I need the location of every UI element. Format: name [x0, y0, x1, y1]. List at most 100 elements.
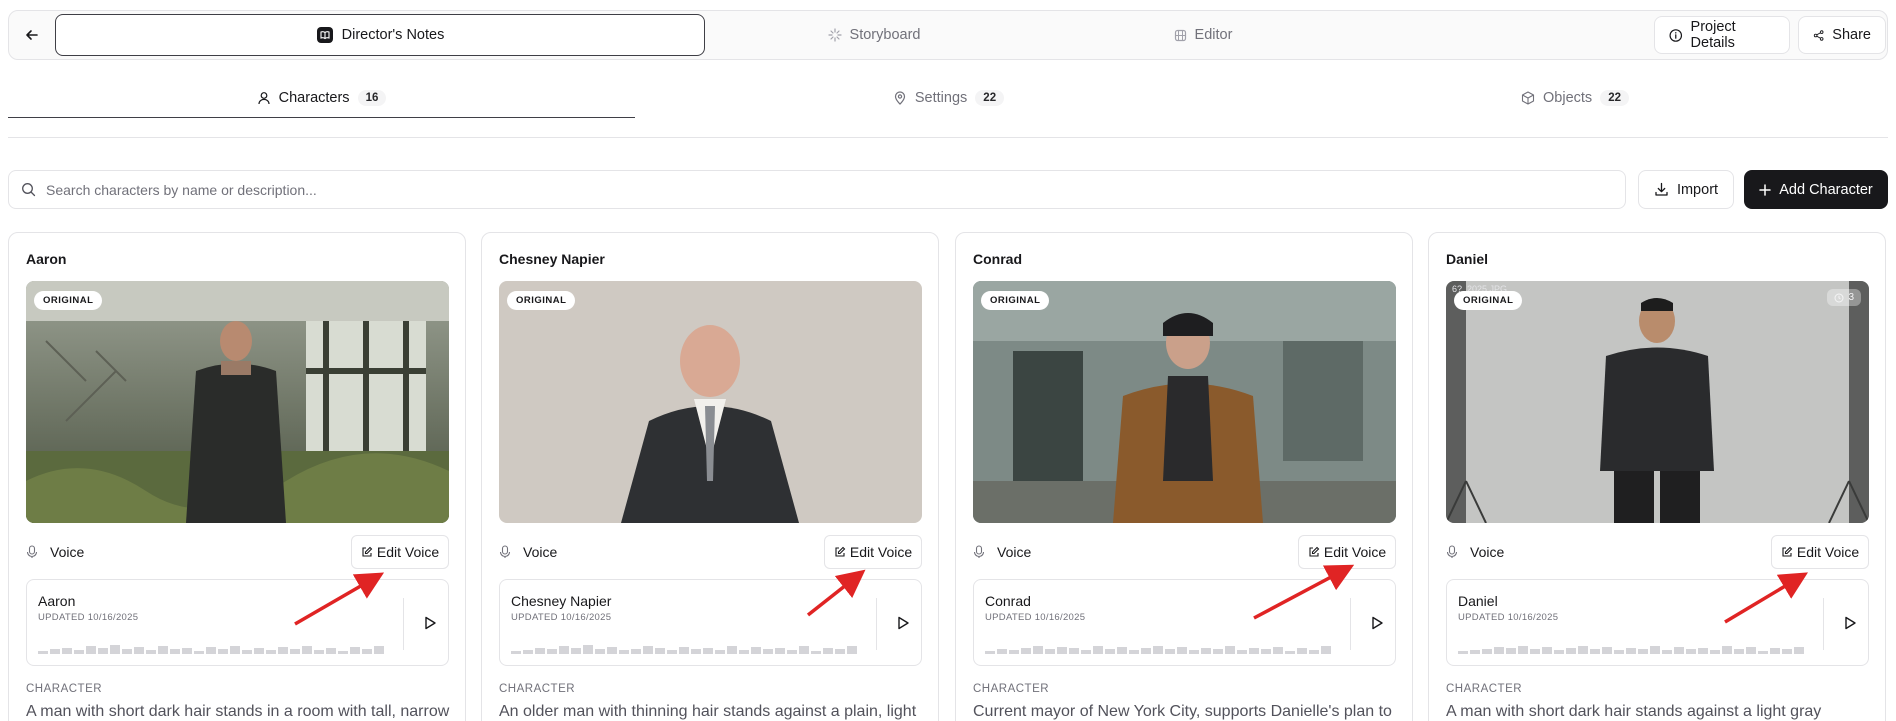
character-name: Chesney Napier	[499, 251, 605, 267]
edit-voice-label: Edit Voice	[1796, 544, 1860, 560]
book-icon	[316, 27, 333, 43]
play-icon	[425, 616, 436, 630]
count-badge: 16	[357, 89, 387, 106]
count-badge: 22	[975, 90, 1005, 106]
character-description: A man with short dark hair stands agains…	[1446, 703, 1822, 720]
microphone-icon	[973, 545, 985, 558]
sparkle-icon	[827, 28, 842, 42]
character-portrait[interactable]: ORIGINAL	[499, 281, 922, 523]
waveform	[511, 645, 857, 654]
character-name: Conrad	[973, 251, 1022, 267]
voice-label-group: Voice	[26, 544, 84, 560]
character-portrait[interactable]: ORIGINAL	[26, 281, 449, 523]
voice-name: Aaron	[38, 593, 76, 609]
share-button[interactable]: Share	[1798, 16, 1886, 54]
add-character-label: Add Character	[1779, 181, 1873, 198]
tab-label: Editor	[1194, 27, 1233, 43]
play-button[interactable]	[1362, 608, 1392, 638]
import-button[interactable]: Import	[1638, 170, 1734, 209]
play-button[interactable]	[888, 608, 918, 638]
original-badge: ORIGINAL	[34, 291, 103, 310]
character-name: Daniel	[1446, 251, 1489, 267]
voice-player: Conrad UPDATED 10/16/2025	[973, 579, 1396, 666]
voice-row: Voice Edit Voice	[1446, 535, 1869, 569]
tab-storyboard[interactable]: Storyboard	[709, 14, 1039, 56]
character-card[interactable]: Chesney Napier ORIGINAL Voice Edit Voice…	[481, 232, 939, 721]
subtab-characters[interactable]: Characters 16	[8, 78, 635, 118]
character-portrait[interactable]: 6?_2025.JPG ORIGINAL 3	[1446, 281, 1869, 523]
edit-voice-button[interactable]: Edit Voice	[824, 535, 922, 569]
original-badge: ORIGINAL	[1454, 291, 1523, 310]
microphone-icon	[26, 545, 38, 558]
section-label: CHARACTER	[1446, 683, 1523, 695]
download-icon	[1655, 182, 1668, 196]
version-history-badge[interactable]: 3	[1827, 289, 1861, 306]
voice-label-group: Voice	[499, 544, 557, 560]
character-card[interactable]: Aaron ORIGINAL Voice Edit Voice Aaron UP…	[8, 232, 466, 721]
play-icon	[898, 616, 909, 630]
character-card[interactable]: Daniel 6?_2025.JPG ORIGINAL 3 Voice Edit…	[1428, 232, 1886, 721]
character-description: Current mayor of New York City, supports…	[973, 703, 1392, 720]
voice-label: Voice	[523, 544, 558, 560]
section-label: CHARACTER	[26, 683, 103, 695]
edit-voice-button[interactable]: Edit Voice	[1298, 535, 1396, 569]
microphone-icon	[1446, 545, 1458, 558]
tab-directors-notes[interactable]: Director's Notes	[55, 14, 705, 56]
character-portrait[interactable]: ORIGINAL	[973, 281, 1396, 523]
voice-row: Voice Edit Voice	[26, 535, 449, 569]
play-button[interactable]	[415, 608, 445, 638]
top-navigation-bar: Director's Notes Storyboard Editor Proje…	[8, 10, 1888, 60]
voice-name: Conrad	[985, 593, 1031, 609]
tab-label: Storyboard	[849, 27, 921, 43]
edit-icon	[835, 546, 846, 557]
add-character-button[interactable]: Add Character	[1744, 170, 1888, 209]
edit-icon	[1309, 546, 1320, 557]
edit-voice-label: Edit Voice	[376, 544, 440, 560]
plus-icon	[1759, 183, 1771, 196]
search-bar	[8, 170, 1626, 209]
microphone-icon	[499, 545, 511, 558]
back-button[interactable]	[17, 20, 47, 50]
play-icon	[1845, 616, 1856, 630]
subtab-settings[interactable]: Settings 22	[635, 78, 1262, 118]
count-badge: 22	[1600, 90, 1629, 106]
character-description: An older man with thinning hair stands a…	[499, 703, 917, 720]
content-subtabs: Characters 16 Settings 22 Objects 22	[8, 78, 1888, 138]
character-card[interactable]: Conrad ORIGINAL Voice Edit Voice Conrad …	[955, 232, 1413, 721]
play-button[interactable]	[1835, 608, 1865, 638]
character-description: A man with short dark hair stands in a r…	[26, 703, 450, 720]
edit-voice-button[interactable]: Edit Voice	[1771, 535, 1869, 569]
voice-player: Aaron UPDATED 10/16/2025	[26, 579, 449, 666]
project-details-button[interactable]: Project Details	[1654, 16, 1790, 54]
map-pin-icon	[894, 91, 905, 105]
film-icon	[1174, 29, 1186, 41]
voice-row: Voice Edit Voice	[973, 535, 1396, 569]
divider	[1350, 598, 1351, 650]
tab-editor[interactable]: Editor	[1043, 14, 1363, 56]
voice-label: Voice	[50, 544, 85, 560]
edit-icon	[1782, 546, 1793, 557]
edit-voice-label: Edit Voice	[849, 544, 913, 560]
share-label: Share	[1832, 27, 1871, 43]
section-label: CHARACTER	[973, 683, 1050, 695]
updated-date: UPDATED 10/16/2025	[1458, 612, 1559, 623]
info-icon	[1669, 28, 1683, 42]
project-details-label: Project Details	[1690, 19, 1736, 51]
edit-voice-button[interactable]: Edit Voice	[351, 535, 449, 569]
search-input[interactable]	[46, 181, 1546, 198]
tab-label: Director's Notes	[341, 27, 445, 43]
divider	[876, 598, 877, 650]
updated-date: UPDATED 10/16/2025	[38, 612, 139, 623]
original-badge: ORIGINAL	[507, 291, 576, 310]
edit-icon	[362, 546, 373, 557]
subtab-label: Characters	[278, 89, 350, 106]
updated-date: UPDATED 10/16/2025	[511, 612, 612, 623]
subtab-label: Settings	[914, 90, 968, 106]
original-badge: ORIGINAL	[981, 291, 1050, 310]
subtab-objects[interactable]: Objects 22	[1262, 78, 1888, 118]
waveform	[985, 646, 1331, 654]
voice-label-group: Voice	[973, 544, 1031, 560]
voice-label-group: Voice	[1446, 544, 1504, 560]
voice-player: Daniel UPDATED 10/16/2025	[1446, 579, 1869, 666]
divider	[403, 598, 404, 650]
